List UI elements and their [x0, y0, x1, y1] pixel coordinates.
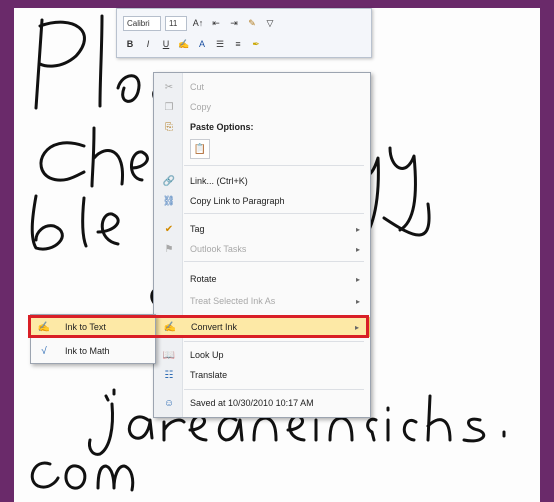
- ink-to-math-icon: √: [41, 345, 47, 357]
- menu-item-tag[interactable]: ✔ Tag ▸: [154, 219, 370, 239]
- menu-item-copy[interactable]: ❐ Copy: [154, 97, 370, 117]
- copy-icon: ❐: [164, 101, 174, 113]
- increase-indent-icon[interactable]: ⇥: [227, 16, 241, 30]
- menu-item-label: Copy Link to Paragraph: [190, 196, 285, 206]
- tag-icon: ✔: [164, 223, 174, 235]
- menu-item-translate[interactable]: ☷ Translate: [154, 365, 370, 385]
- mini-toolbar: Calibri 11 A↑ ⇤ ⇥ ✎ ▽ B I U ✍ A ☰ ≡ ✒: [116, 8, 372, 58]
- menu-separator: [184, 165, 364, 166]
- menu-item-label: Translate: [190, 370, 228, 380]
- clear-format-icon[interactable]: ✒: [249, 37, 263, 51]
- research-icon: 📖: [162, 349, 176, 361]
- font-name-box[interactable]: Calibri: [123, 15, 161, 31]
- submenu-item-ink-to-math[interactable]: √ Ink to Math: [31, 341, 155, 361]
- decrease-indent-icon[interactable]: ⇤: [209, 16, 223, 30]
- tag-icon[interactable]: ▽: [263, 16, 277, 30]
- menu-item-label: Copy: [190, 102, 212, 112]
- context-menu: ✂ Cut ❐ Copy ⎘ Paste Options: 📋 🔗 Link..…: [153, 72, 371, 418]
- menu-item-copy-link[interactable]: ⛓ Copy Link to Paragraph: [154, 191, 370, 211]
- flag-icon: ⚑: [164, 243, 174, 255]
- underline-button[interactable]: U: [159, 37, 173, 51]
- menu-item-label: Paste Options:: [190, 122, 254, 132]
- bold-button[interactable]: B: [123, 37, 137, 51]
- translate-icon: ☷: [164, 369, 174, 381]
- submenu-arrow-icon: ▸: [355, 296, 360, 306]
- format-painter-icon[interactable]: ✎: [245, 16, 259, 30]
- menu-item-treat-ink-as[interactable]: Treat Selected Ink As ▸: [154, 291, 370, 311]
- grow-font-icon[interactable]: A↑: [191, 16, 205, 30]
- menu-item-rotate[interactable]: Rotate ▸: [154, 269, 370, 289]
- window-frame-right: [540, 0, 554, 502]
- submenu-arrow-icon: ▸: [355, 274, 360, 284]
- menu-item-label: Rotate: [190, 274, 217, 284]
- font-size-box[interactable]: 11: [165, 15, 187, 31]
- paste-keep-source-button[interactable]: 📋: [190, 139, 210, 159]
- menu-item-label: Saved at 10/30/2010 10:17 AM: [190, 398, 314, 408]
- submenu-arrow-icon: ▸: [355, 244, 360, 254]
- menu-item-label: Link... (Ctrl+K): [190, 176, 248, 186]
- menu-separator: [184, 341, 364, 342]
- menu-item-paste-options: ⎘ Paste Options:: [154, 117, 370, 137]
- menu-item-saved-at: ☺ Saved at 10/30/2010 10:17 AM: [154, 393, 370, 413]
- person-icon: ☺: [163, 397, 175, 409]
- highlight-icon[interactable]: ✍: [177, 37, 191, 51]
- menu-item-label: Cut: [190, 82, 205, 92]
- link-icon: 🔗: [162, 175, 176, 187]
- menu-item-cut[interactable]: ✂ Cut: [154, 77, 370, 97]
- font-color-icon[interactable]: A: [195, 37, 209, 51]
- copy-link-icon: ⛓: [162, 195, 176, 207]
- menu-separator: [184, 213, 364, 214]
- clipboard-icon: ⎘: [165, 121, 173, 133]
- menu-separator: [184, 389, 364, 390]
- menu-item-label: Outlook Tasks: [190, 244, 247, 254]
- submenu-arrow-icon: ▸: [355, 224, 360, 234]
- scissors-icon: ✂: [164, 81, 174, 93]
- bullets-icon[interactable]: ☰: [213, 37, 227, 51]
- paste-icon: 📋: [193, 143, 207, 155]
- submenu-item-label: Ink to Math: [65, 346, 110, 356]
- menu-item-label: Treat Selected Ink As: [190, 296, 276, 306]
- numbering-icon[interactable]: ≡: [231, 37, 245, 51]
- menu-item-label: Tag: [190, 224, 205, 234]
- menu-item-link[interactable]: 🔗 Link... (Ctrl+K): [154, 171, 370, 191]
- menu-item-outlook-tasks[interactable]: ⚑ Outlook Tasks ▸: [154, 239, 370, 259]
- menu-item-label: Look Up: [190, 350, 224, 360]
- highlight-callout-box: [28, 315, 369, 338]
- menu-item-look-up[interactable]: 📖 Look Up: [154, 345, 370, 365]
- italic-button[interactable]: I: [141, 37, 155, 51]
- menu-separator: [184, 261, 364, 262]
